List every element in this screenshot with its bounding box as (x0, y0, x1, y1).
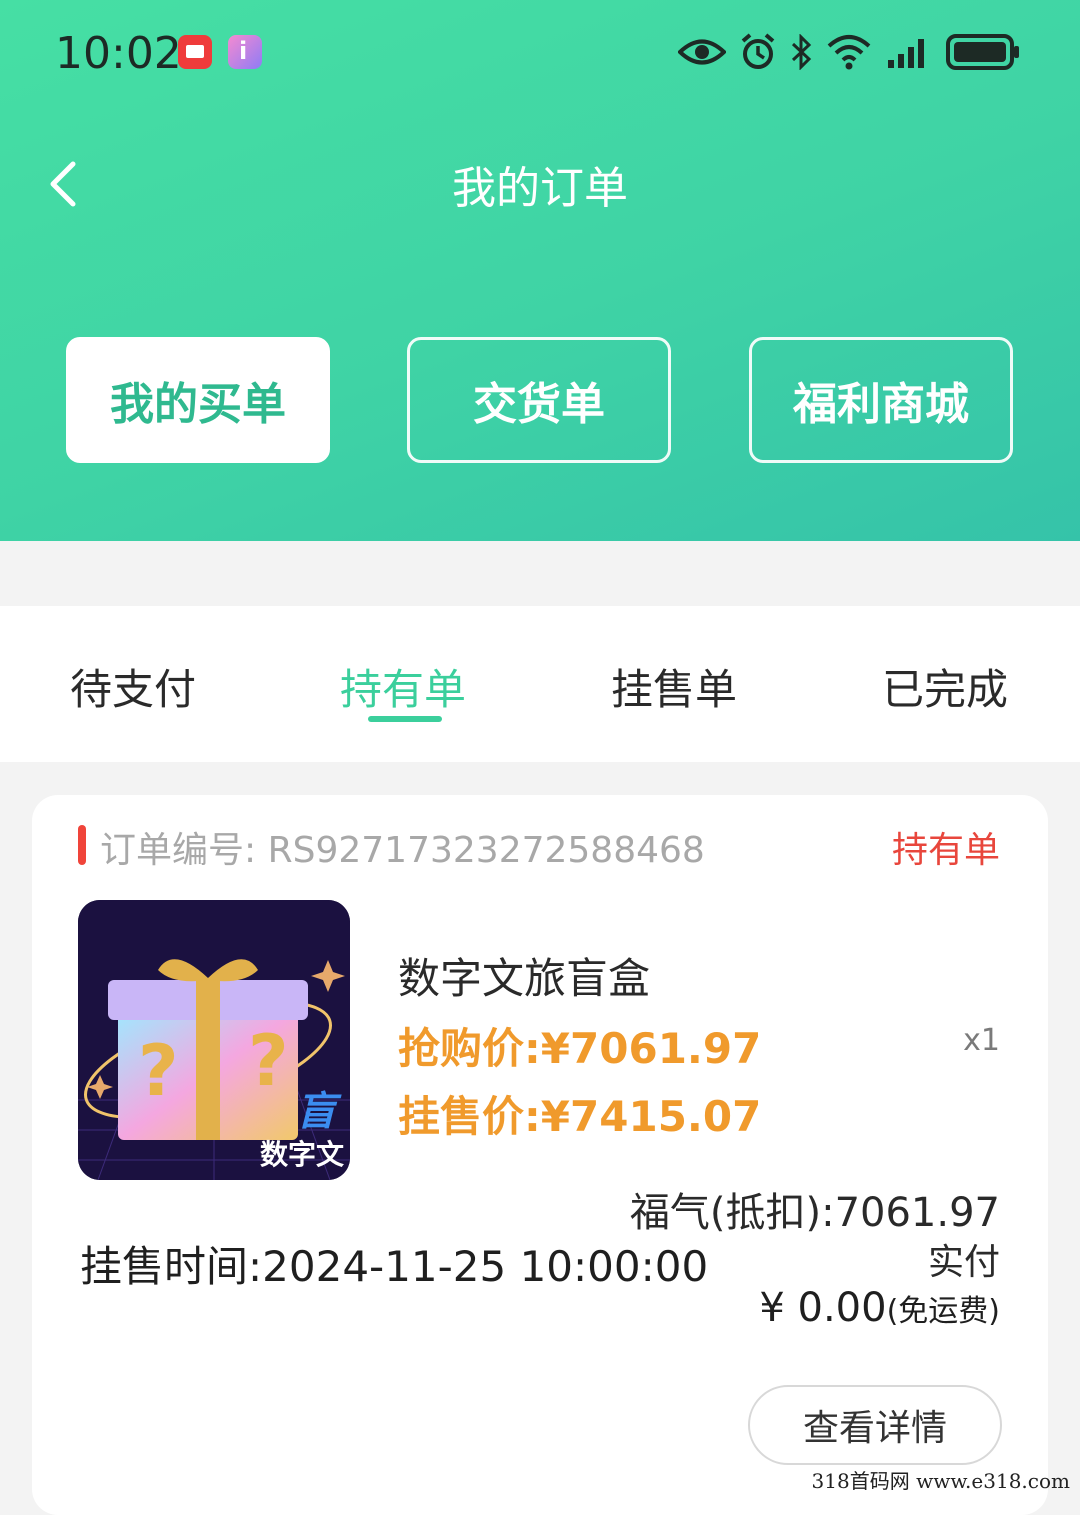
eye-icon (678, 39, 726, 65)
order-status-badge: 持有单 (891, 830, 1000, 871)
thumb-badge-text: 盲 (296, 1089, 342, 1135)
active-tab-indicator (368, 716, 442, 722)
paid-amount-value: ¥ 0.00 (759, 1285, 887, 1331)
sale-time: 挂售时间:2024-11-25 10:00:00 (80, 1242, 709, 1291)
order-accent-bar (78, 825, 86, 865)
tab-listed-for-sale[interactable]: 挂售单 (611, 656, 737, 717)
order-tabs: 待支付 持有单 挂售单 已完成 (0, 606, 1080, 762)
view-details-button[interactable]: 查看详情 (748, 1385, 1002, 1465)
points-deduction: 福气(抵扣):7061.97 (629, 1190, 1000, 1236)
product-name[interactable]: 数字文旅盲盒 (398, 945, 650, 1006)
product-thumbnail[interactable]: ? ? 盲 数字文 (78, 900, 350, 1180)
tab-pending-payment[interactable]: 待支付 (70, 656, 196, 717)
order-card: 订单编号: RS927173232725884​68 持有单 ? ? 盲 (32, 795, 1048, 1515)
gift-box-icon: ? ? 盲 数字文 (78, 900, 350, 1180)
book-app-icon (178, 35, 212, 69)
svg-text:?: ? (138, 1030, 179, 1112)
thumb-caption: 数字文 (260, 1138, 344, 1171)
order-number-value: RS927173232725884​68 (267, 830, 705, 871)
header: 10:02 i 我的订单 我的买单 交货单 福利商城 (0, 0, 1080, 541)
alarm-icon (741, 33, 775, 69)
paid-label: 实付 (927, 1242, 1000, 1283)
tab-holding[interactable]: 持有单 (340, 656, 466, 717)
info-app-icon (228, 35, 262, 69)
segment-welfare-mall[interactable]: 福利商城 (749, 337, 1013, 463)
watermark: 318首码网 www.e318.com (811, 1469, 1070, 1493)
battery-icon (946, 34, 1019, 70)
shipping-note: (免运费) (886, 1294, 1000, 1329)
buy-price: 抢购价:¥7061.97 (398, 1024, 762, 1073)
signal-icon (888, 39, 924, 68)
svg-text:?: ? (248, 1020, 289, 1102)
paid-amount: ¥ 0.00(免运费) (759, 1285, 1000, 1331)
bluetooth-icon (791, 34, 812, 70)
status-time: 10:02 (55, 28, 182, 79)
quantity: x1 (963, 1023, 1000, 1058)
order-number: 订单编号: RS927173232725884​68 (100, 821, 705, 873)
segment-delivery-orders[interactable]: 交货单 (407, 337, 671, 463)
segment-my-buy-orders[interactable]: 我的买单 (66, 337, 330, 463)
sale-price: 挂售价:¥7415.07 (398, 1092, 762, 1141)
order-number-label: 订单编号: (100, 830, 257, 871)
wifi-icon (827, 35, 871, 70)
tab-completed[interactable]: 已完成 (882, 656, 1008, 717)
status-icons (678, 30, 1022, 74)
page-title: 我的订单 (452, 163, 628, 214)
